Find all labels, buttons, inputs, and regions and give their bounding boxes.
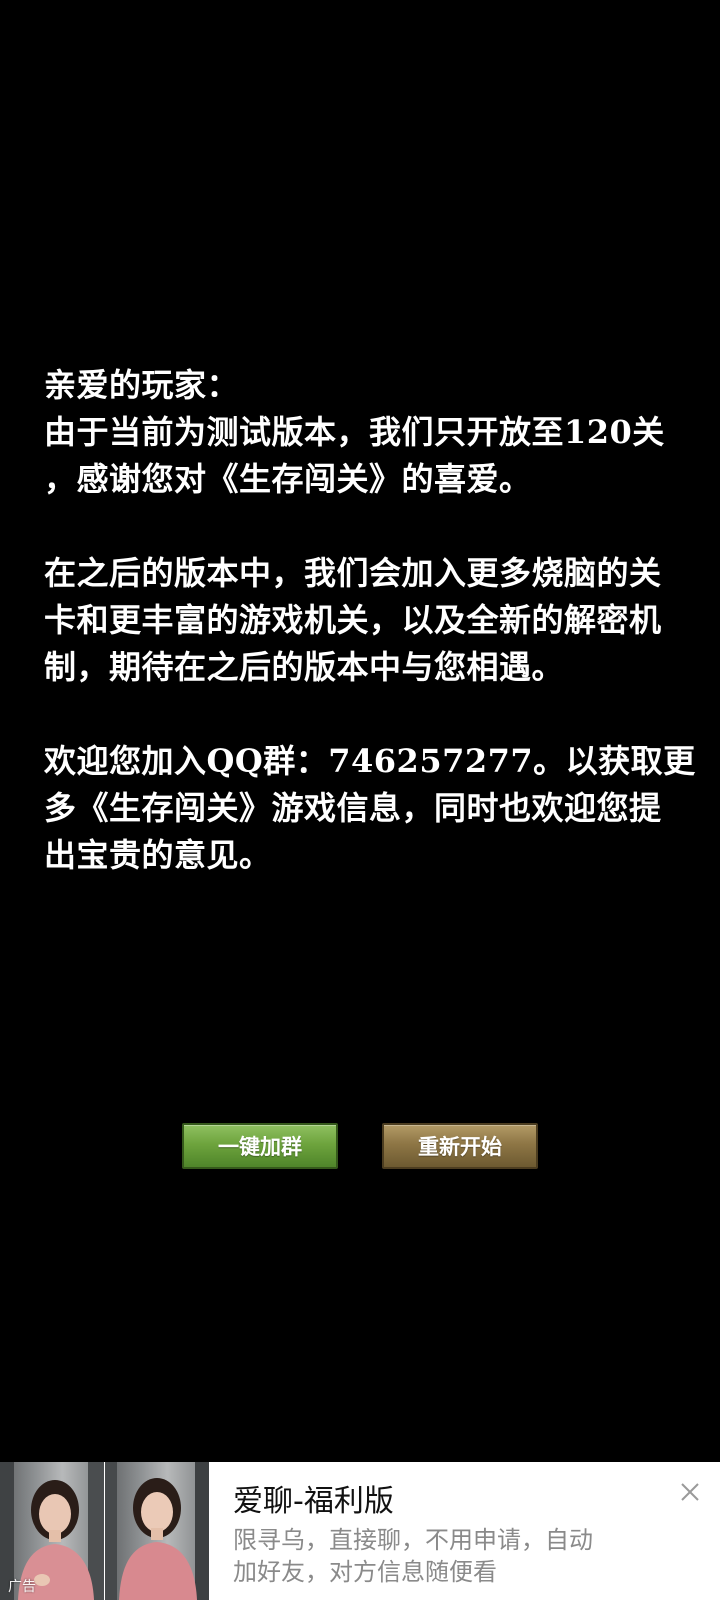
ad-image: 广告	[0, 1462, 104, 1600]
notice-line: 制，期待在之后的版本中与您相遇。	[44, 648, 565, 686]
notice-greeting: 亲爱的玩家：	[44, 366, 240, 404]
notice-paragraph-qq: 欢迎您加入QQ群：746257277。以获取更 多《生存闯关》游戏信息，同时也欢…	[44, 738, 696, 879]
ad-title: 爱聊-福利版	[233, 1484, 394, 1519]
notice-line: 欢迎您加入QQ群：746257277。以获取更	[44, 742, 696, 780]
restart-button[interactable]: 重新开始	[382, 1123, 538, 1169]
close-icon[interactable]	[676, 1478, 704, 1506]
notice-paragraph-future: 在之后的版本中，我们会加入更多烧脑的关 卡和更丰富的游戏机关，以及全新的解密机 …	[44, 550, 676, 691]
notice-message: 亲爱的玩家： 由于当前为测试版本，我们只开放至120关 ，感谢您对《生存闯关》的…	[44, 362, 696, 879]
notice-line: 出宝贵的意见。	[44, 836, 272, 874]
notice-line: 卡和更丰富的游戏机关，以及全新的解密机	[44, 601, 662, 639]
notice-line: ，感谢您对《生存闯关》的喜爱。	[44, 460, 532, 498]
notice-paragraph-intro: 亲爱的玩家： 由于当前为测试版本，我们只开放至120关 ，感谢您对《生存闯关》的…	[44, 362, 676, 503]
ad-description: 限寻乌，直接聊，不用申请，自动 加好友，对方信息随便看	[233, 1524, 663, 1588]
ad-label: 广告	[8, 1578, 36, 1594]
ad-description-line: 限寻乌，直接聊，不用申请，自动	[233, 1526, 593, 1554]
ad-image	[105, 1462, 209, 1600]
notice-line: 由于当前为测试版本，我们只开放至120关	[44, 413, 665, 451]
notice-line: 在之后的版本中，我们会加入更多烧脑的关	[44, 554, 662, 592]
notice-line: 多《生存闯关》游戏信息，同时也欢迎您提	[44, 789, 662, 827]
join-group-button[interactable]: 一键加群	[182, 1123, 338, 1169]
ad-banner[interactable]: 广告 爱聊-福利版 限寻乌，直接聊，不用申请，自动 加好友，对方信息随便看	[0, 1462, 720, 1600]
ad-description-line: 加好友，对方信息随便看	[233, 1558, 497, 1586]
